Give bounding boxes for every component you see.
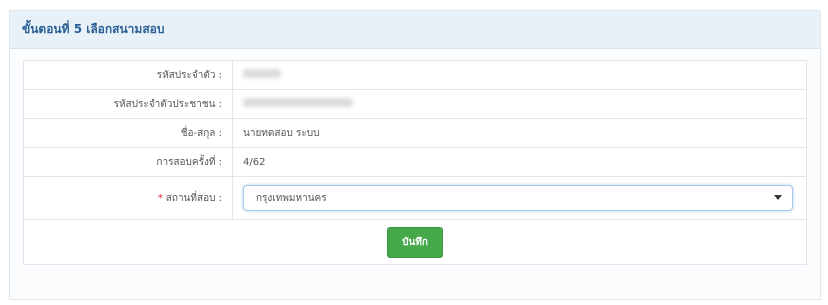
form-row-venue: * สถานที่สอบ : กรุงเทพมหานคร [23, 176, 807, 220]
form-row-name: ชื่อ-สกุล : นายทดสอบ ระบบ [23, 118, 807, 148]
form-row-citizen-id: รหัสประจำตัวประชาชน : [23, 89, 807, 119]
round-label: การสอบครั้งที่ : [23, 147, 233, 177]
name-value: นายทดสอบ ระบบ [232, 118, 807, 148]
chevron-down-icon [774, 195, 782, 200]
venue-select[interactable]: กรุงเทพมหานคร [243, 185, 793, 211]
id-value-redacted [243, 69, 281, 78]
form-row-round: การสอบครั้งที่ : 4/62 [23, 147, 807, 177]
venue-label-cell: * สถานที่สอบ : [23, 176, 233, 220]
actions-cell: บันทึก [23, 219, 807, 265]
citizen-id-value [232, 89, 807, 119]
venue-label: สถานที่สอบ : [165, 192, 222, 204]
name-label: ชื่อ-สกุล : [23, 118, 233, 148]
id-label: รหัสประจำตัว : [23, 60, 233, 90]
venue-form: รหัสประจำตัว : รหัสประจำตัวประชาชน : ชื่… [23, 60, 807, 265]
citizen-id-value-redacted [243, 98, 353, 107]
form-row-id: รหัสประจำตัว : [23, 60, 807, 90]
save-button[interactable]: บันทึก [387, 226, 443, 258]
form-row-actions: บันทึก [23, 219, 807, 265]
venue-select-cell: กรุงเทพมหานคร [232, 176, 807, 220]
panel-header: ขั้นตอนที่ 5 เลือกสนามสอบ [10, 11, 820, 49]
panel-title: ขั้นตอนที่ 5 เลือกสนามสอบ [22, 22, 165, 36]
citizen-id-label: รหัสประจำตัวประชาชน : [23, 89, 233, 119]
round-value: 4/62 [232, 147, 807, 177]
id-value [232, 60, 807, 90]
venue-selected-value: กรุงเทพมหานคร [256, 192, 327, 204]
required-marker: * [157, 192, 163, 204]
